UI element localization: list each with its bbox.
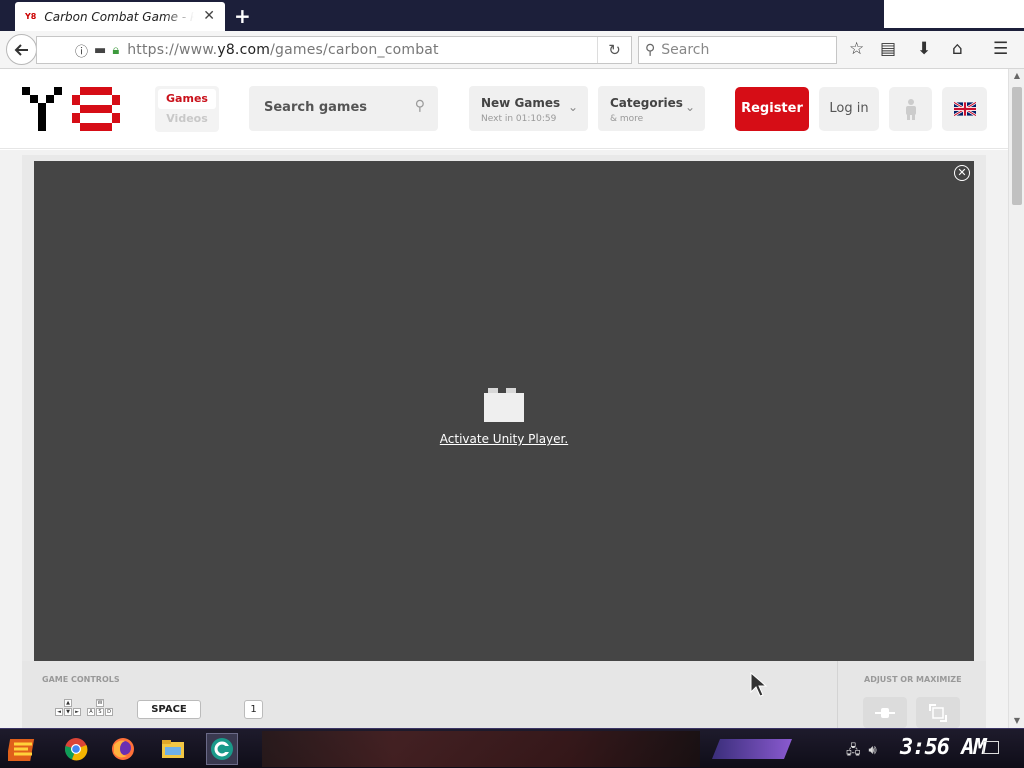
- taskbar-decoration: [712, 739, 792, 759]
- scroll-down-icon[interactable]: ▼: [1009, 714, 1024, 728]
- mouse-cursor-icon: [750, 672, 768, 697]
- uk-flag-icon: [953, 102, 976, 116]
- user-button[interactable]: [889, 87, 932, 131]
- game-controls-title: GAME CONTROLS: [42, 675, 120, 684]
- chrome-icon[interactable]: [60, 733, 92, 765]
- reload-icon[interactable]: ↻: [597, 37, 631, 63]
- new-tab-icon[interactable]: +: [234, 4, 251, 28]
- scrollbar-thumb[interactable]: [1012, 87, 1022, 205]
- network-icon[interactable]: 🖧︎: [846, 743, 869, 758]
- scroll-up-icon[interactable]: ▲: [1009, 69, 1024, 83]
- y8-logo[interactable]: [22, 87, 122, 131]
- language-button[interactable]: [942, 87, 987, 131]
- game-controls-panel: GAME CONTROLS ADJUST OR MAXIMIZE ▲ ◄ ▼ ► W…: [22, 661, 986, 728]
- bookmark-star-icon[interactable]: ☆: [849, 39, 864, 59]
- download-icon[interactable]: ⬇: [917, 39, 931, 59]
- page-icon: ▬: [94, 42, 107, 58]
- back-button[interactable]: [6, 34, 37, 65]
- search-icon[interactable]: ⚲: [415, 98, 425, 114]
- videos-tab[interactable]: Videos: [155, 112, 219, 125]
- chevron-down-icon: ⌄: [684, 100, 695, 114]
- site-search-input[interactable]: Search games ⚲: [249, 86, 438, 131]
- os-taskbar: 🖧︎🔊︎ 3:56 AM: [0, 728, 1024, 768]
- maximize-button[interactable]: [916, 697, 960, 728]
- notifications-icon[interactable]: [983, 741, 999, 754]
- browser-search-input[interactable]: ⚲ Search: [638, 36, 837, 64]
- taskbar-clock[interactable]: 3:56 AM: [900, 735, 987, 760]
- one-key: 1: [244, 700, 263, 719]
- login-button[interactable]: Log in: [819, 87, 879, 131]
- firefox-icon[interactable]: [107, 733, 139, 765]
- site-header: Games Videos Search games ⚲ New Games Ne…: [0, 69, 1008, 149]
- volume-icon[interactable]: 🔊︎: [869, 743, 885, 758]
- info-icon[interactable]: ⓘ: [75, 41, 88, 60]
- browser-nav-bar: ⓘ ▬ 🔒︎ https://www.y8.com/games/carbon_c…: [0, 31, 1024, 69]
- slider-icon: [875, 707, 895, 718]
- app-icon[interactable]: [206, 733, 238, 765]
- adjust-size-button[interactable]: [863, 697, 907, 728]
- user-icon: [905, 99, 916, 120]
- taskbar-window-preview: [262, 731, 700, 767]
- wasd-keys: W ASD: [87, 699, 113, 716]
- arrow-keys: ▲ ◄ ▼ ►: [55, 699, 81, 716]
- search-icon: ⚲: [645, 42, 656, 58]
- url-bar[interactable]: ⓘ ▬ 🔒︎ https://www.y8.com/games/carbon_c…: [36, 36, 632, 64]
- key-hints: ▲ ◄ ▼ ► W ASD: [55, 699, 113, 716]
- tab-title: Carbon Combat Game - Play: [44, 9, 194, 24]
- register-button[interactable]: Register: [735, 87, 809, 131]
- start-button-icon[interactable]: [8, 734, 38, 764]
- maximize-icon: [929, 703, 947, 722]
- space-key: SPACE: [137, 700, 201, 719]
- vertical-scrollbar[interactable]: ▲ ▼: [1008, 69, 1024, 728]
- close-icon[interactable]: ✕: [954, 165, 970, 181]
- activate-unity-link[interactable]: Activate Unity Player.: [34, 432, 974, 446]
- adjust-maximize-title: ADJUST OR MAXIMIZE: [864, 675, 962, 684]
- new-games-dropdown[interactable]: New Games Next in 01:10:59 ⌄: [469, 86, 588, 131]
- home-icon[interactable]: ⌂: [952, 39, 963, 59]
- games-tab[interactable]: Games: [158, 89, 216, 109]
- games-videos-toggle: Games Videos: [155, 86, 219, 132]
- y8-favicon-icon: Y8: [25, 12, 37, 21]
- tab-close-icon[interactable]: ✕: [203, 8, 215, 24]
- reading-list-icon[interactable]: ▤: [880, 39, 896, 59]
- chevron-down-icon: ⌄: [567, 100, 578, 114]
- arrow-left-icon: [14, 43, 28, 56]
- lock-icon: 🔒︎: [112, 42, 120, 58]
- file-explorer-icon[interactable]: [157, 733, 189, 765]
- url-text[interactable]: https://www.y8.com/games/carbon_combat: [127, 42, 439, 58]
- game-player[interactable]: ✕ Activate Unity Player.: [34, 161, 974, 661]
- browser-tab[interactable]: Y8 Carbon Combat Game - Play ✕: [15, 2, 225, 31]
- unity-plugin-icon[interactable]: [484, 388, 524, 422]
- system-tray[interactable]: 🖧︎🔊︎: [846, 741, 885, 763]
- browser-tab-bar: Y8 Carbon Combat Game - Play ✕ +: [0, 0, 1024, 31]
- categories-dropdown[interactable]: Categories & more ⌄: [598, 86, 705, 131]
- menu-icon[interactable]: ☰: [993, 39, 1008, 59]
